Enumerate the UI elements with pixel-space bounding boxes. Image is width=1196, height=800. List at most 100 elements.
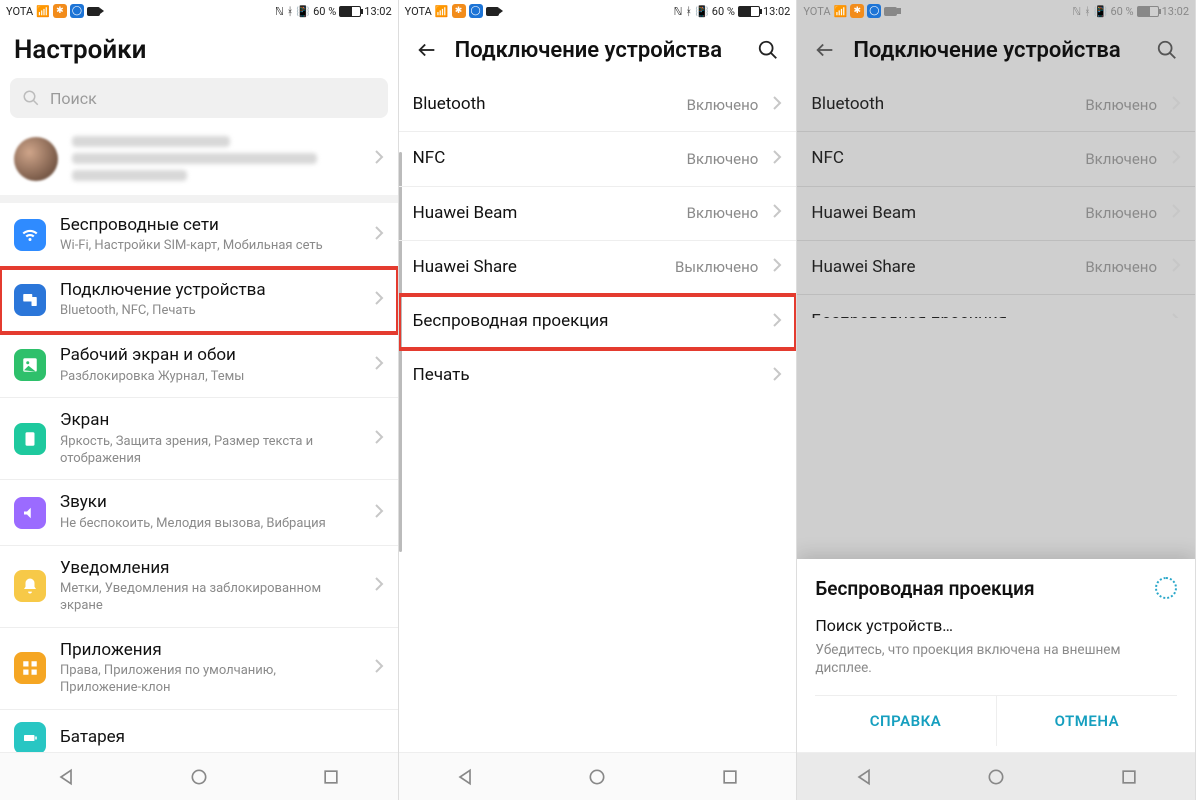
search-button[interactable] (754, 36, 782, 64)
row-huawei-share[interactable]: Huawei Share Выключено (399, 241, 797, 295)
camera-icon (884, 7, 897, 16)
back-button[interactable] (413, 36, 441, 64)
carrier-label: YOTA (803, 5, 830, 18)
row-bluetooth[interactable]: Bluetooth Включено (399, 78, 797, 132)
apps-icon (14, 652, 46, 684)
battery-pct: 60 % (1110, 5, 1133, 18)
row-label: Подключение устройства (60, 280, 360, 301)
cancel-button[interactable]: ОТМЕНА (996, 696, 1177, 746)
signal-icon: 📶 (435, 5, 449, 18)
nav-recent[interactable] (1109, 757, 1149, 797)
chevron-right-icon (374, 429, 384, 449)
row-nfc[interactable]: NFC Включено (399, 132, 797, 186)
row-device-connection[interactable]: Подключение устройства Bluetooth, NFC, Пе… (0, 268, 398, 333)
profile-row[interactable] (0, 126, 398, 203)
bell-icon (14, 570, 46, 602)
row-value: Включено (1085, 204, 1157, 222)
row-wireless-projection[interactable]: Беспроводная проекция (797, 295, 1195, 318)
search-input[interactable]: Поиск (10, 78, 388, 118)
row-sub: Права, Приложения по умолчанию, Приложен… (60, 663, 360, 697)
row-home-wallpaper[interactable]: Рабочий экран и обои Разблокировка Журнал… (0, 333, 398, 398)
status-badge-blue: ◯ (70, 4, 84, 18)
row-label: Печать (413, 365, 759, 386)
row-label: Беспроводные сети (60, 215, 360, 236)
row-label: Huawei Share (811, 257, 1071, 278)
search-button[interactable] (1153, 36, 1181, 64)
status-badge-blue: ◯ (469, 4, 483, 18)
back-button[interactable] (811, 36, 839, 64)
nav-back[interactable] (46, 757, 86, 797)
bluetooth-icon: ᚼ (685, 5, 692, 18)
nav-recent[interactable] (710, 757, 750, 797)
nav-bar (399, 752, 797, 800)
battery-icon (1137, 6, 1159, 17)
row-notifications[interactable]: УведомленияМетки, Уведомления на заблоки… (0, 546, 398, 628)
nav-home[interactable] (179, 757, 219, 797)
chevron-right-icon (374, 290, 384, 310)
device-connection-list: Bluetooth Включено NFC Включено Huawei B… (399, 78, 797, 752)
nav-back[interactable] (445, 757, 485, 797)
carrier-label: YOTA (405, 5, 432, 18)
row-huawei-beam[interactable]: Huawei Beam Включено (797, 187, 1195, 241)
row-bluetooth[interactable]: Bluetooth Включено (797, 78, 1195, 132)
nav-home[interactable] (577, 757, 617, 797)
header: Подключение устройства (797, 22, 1195, 78)
chevron-right-icon (1171, 257, 1181, 277)
row-value: Включено (1085, 258, 1157, 276)
screen-wireless-projection-dialog: YOTA 📶 ✱ ◯ ℕ ᚼ 📳 60 % 13:02 Подключение … (797, 0, 1196, 800)
status-badge-orange: ✱ (452, 4, 466, 18)
row-apps[interactable]: ПриложенияПрава, Приложения по умолчанию… (0, 628, 398, 710)
nav-back[interactable] (844, 757, 884, 797)
row-battery[interactable]: Батарея (0, 710, 398, 752)
wifi-icon (14, 219, 46, 251)
row-label: Bluetooth (413, 94, 673, 115)
row-value: Включено (687, 204, 759, 222)
nav-home[interactable] (976, 757, 1016, 797)
row-value: Включено (1085, 150, 1157, 168)
camera-icon (87, 7, 100, 16)
nfc-icon: ℕ (1072, 5, 1081, 18)
chevron-right-icon (374, 503, 384, 523)
row-value: Включено (687, 96, 759, 114)
row-value: Включено (1085, 96, 1157, 114)
row-huawei-beam[interactable]: Huawei Beam Включено (399, 187, 797, 241)
row-label: Батарея (60, 727, 384, 748)
status-bar: YOTA 📶 ✱ ◯ ℕ ᚼ 📳 60 % 13:02 (797, 0, 1195, 22)
help-button[interactable]: СПРАВКА (815, 696, 995, 746)
nav-bar (0, 752, 398, 800)
row-sub: Bluetooth, NFC, Печать (60, 303, 360, 320)
chevron-right-icon (374, 576, 384, 596)
row-sub: Не беспокоить, Мелодия вызова, Вибрация (60, 516, 360, 533)
row-label: Рабочий экран и обои (60, 345, 360, 366)
wireless-projection-sheet: Беспроводная проекция Поиск устройств… У… (797, 559, 1195, 752)
chevron-right-icon (1171, 203, 1181, 223)
signal-icon: 📶 (834, 5, 848, 18)
row-sounds[interactable]: Звуки Не беспокоить, Мелодия вызова, Вибр… (0, 480, 398, 545)
chevron-right-icon (1171, 149, 1181, 169)
row-print[interactable]: Печать (399, 349, 797, 402)
row-label: Звуки (60, 492, 360, 513)
row-label: Беспроводная проекция (413, 311, 759, 332)
row-sub: Метки, Уведомления на заблокированном эк… (60, 581, 360, 615)
row-wireless[interactable]: Беспроводные сетиWi-Fi, Настройки SIM-ка… (0, 203, 398, 268)
chevron-right-icon (772, 257, 782, 277)
chevron-right-icon (772, 203, 782, 223)
row-label: Беспроводная проекция (811, 311, 1157, 318)
page-title: Настройки (14, 35, 384, 65)
chevron-right-icon (772, 312, 782, 332)
carrier-label: YOTA (6, 5, 33, 18)
row-nfc[interactable]: NFC Включено (797, 132, 1195, 186)
chevron-right-icon (772, 366, 782, 386)
row-display[interactable]: ЭкранЯркость, Защита зрения, Размер текс… (0, 398, 398, 480)
search-placeholder: Поиск (50, 89, 97, 108)
row-wireless-projection[interactable]: Беспроводная проекция (399, 295, 797, 349)
row-sub: Разблокировка Журнал, Темы (60, 369, 360, 386)
page-title: Подключение устройства (853, 38, 1139, 63)
chevron-right-icon (374, 658, 384, 678)
nfc-icon: ℕ (674, 5, 683, 18)
header: Настройки (0, 22, 398, 78)
row-huawei-share[interactable]: Huawei Share Включено (797, 241, 1195, 295)
chevron-right-icon (374, 355, 384, 375)
nav-recent[interactable] (311, 757, 351, 797)
sheet-status: Поиск устройств… (815, 616, 1177, 635)
